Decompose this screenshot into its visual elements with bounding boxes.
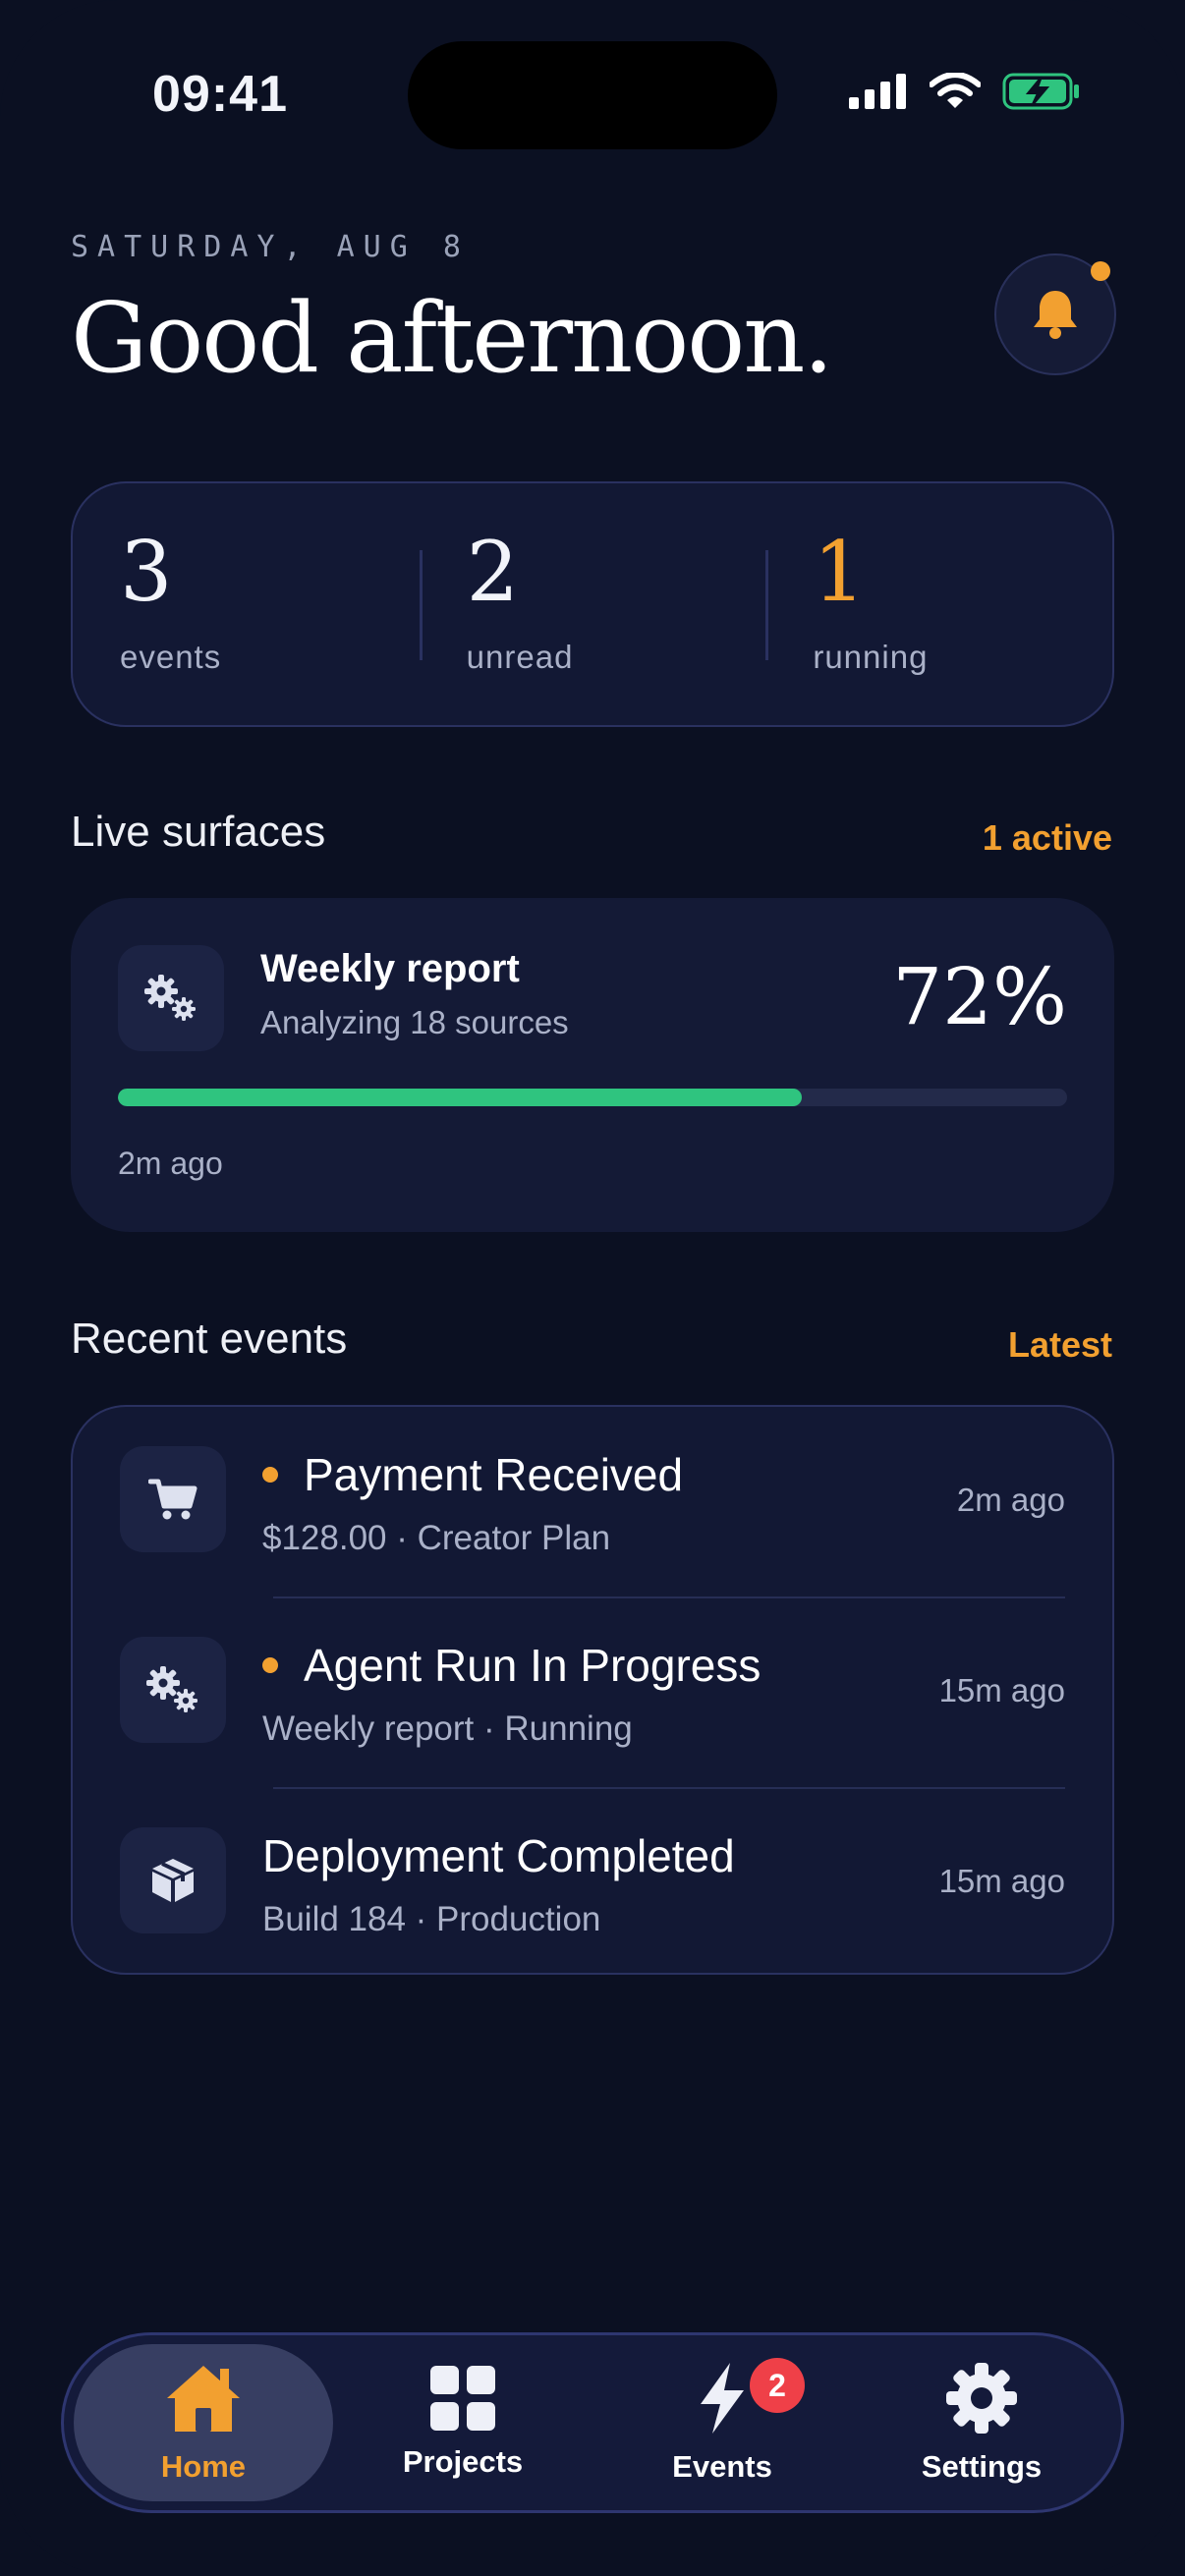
stats-card: 3 events 2 unread 1 running [71, 481, 1114, 727]
progress-track [118, 1089, 1067, 1106]
event-subtitle: Build 184 · Production [262, 1900, 601, 1938]
event-title-text: Deployment Completed [262, 1830, 735, 1881]
event-title: Payment Received [262, 1448, 683, 1501]
event-icon-tile [120, 1637, 226, 1743]
tab-settings[interactable]: Settings [852, 2344, 1111, 2501]
live-title: Weekly report [260, 947, 520, 990]
notification-dot [1091, 261, 1110, 281]
event-row-payment[interactable]: Payment Received $128.00 · Creator Plan … [73, 1407, 1112, 1597]
date-label: SATURDAY, AUG 8 [71, 230, 470, 264]
event-title-text: Payment Received [304, 1449, 684, 1500]
stat-value: 1 [813, 524, 866, 620]
tab-label: Home [160, 2449, 247, 2484]
event-subtitle: Weekly report · Running [262, 1709, 633, 1748]
notifications-button[interactable] [994, 253, 1116, 375]
dynamic-island [408, 41, 777, 149]
stat-value: 3 [120, 524, 173, 620]
stat-label: running [813, 639, 929, 675]
stat-label: unread [466, 639, 574, 675]
live-subtitle: Analyzing 18 sources [260, 1004, 569, 1040]
stat-events: 3 events [73, 483, 420, 725]
wifi-icon [930, 73, 981, 108]
event-subtitle: $128.00 · Creator Plan [262, 1519, 611, 1557]
event-row-agent-run[interactable]: Agent Run In Progress Weekly report · Ru… [73, 1597, 1112, 1788]
status-time: 09:41 [152, 66, 288, 123]
unread-dot [262, 1657, 278, 1673]
tab-label: Events [672, 2449, 772, 2484]
grid-icon [430, 2366, 495, 2431]
gears-icon [146, 1666, 198, 1712]
home-icon [167, 2366, 240, 2432]
event-title: Agent Run In Progress [262, 1639, 761, 1692]
tab-home[interactable]: Home [74, 2344, 333, 2501]
tab-projects[interactable]: Projects [333, 2344, 592, 2501]
event-title: Deployment Completed [262, 1829, 735, 1882]
box-icon [152, 1859, 194, 1902]
event-time: 2m ago [956, 1482, 1065, 1518]
live-section-title: Live surfaces [71, 808, 326, 856]
event-icon-tile [120, 1827, 226, 1933]
tab-label: Projects [402, 2444, 524, 2479]
status-icons [849, 73, 1081, 110]
tab-bar: Home Projects Events 2 Settings [61, 2332, 1124, 2513]
tab-label: Settings [921, 2449, 1043, 2484]
bolt-icon [701, 2363, 744, 2434]
signal-icon [849, 74, 906, 109]
stat-value: 2 [466, 524, 520, 620]
bell-icon [1034, 291, 1077, 339]
stat-label: events [120, 639, 222, 675]
tab-events[interactable]: Events 2 [592, 2344, 852, 2501]
gears-icon [144, 975, 196, 1021]
phone-screen: 09:41 SATURDAY, AUG 8 Good afternoon. 3 … [0, 0, 1185, 2576]
live-icon-tile [118, 945, 224, 1051]
latest-link[interactable]: Latest [1008, 1324, 1112, 1366]
stat-running: 1 running [765, 483, 1112, 725]
live-active-link[interactable]: 1 active [983, 817, 1112, 859]
event-icon-tile [120, 1446, 226, 1552]
page-title: Good afternoon. [71, 283, 833, 395]
unread-dot [262, 1467, 278, 1483]
events-badge: 2 [750, 2358, 805, 2413]
progress-fill [118, 1089, 802, 1106]
gear-icon [946, 2363, 1017, 2434]
event-row-deployment[interactable]: Deployment Completed Build 184 · Product… [73, 1788, 1112, 1979]
recent-events-card: Payment Received $128.00 · Creator Plan … [71, 1405, 1114, 1975]
live-timestamp: 2m ago [118, 1146, 223, 1181]
stat-unread: 2 unread [419, 483, 766, 725]
live-surface-card[interactable]: Weekly report Analyzing 18 sources 72% 2… [71, 898, 1114, 1232]
live-percent: 72% [892, 951, 1067, 1042]
event-time: 15m ago [938, 1863, 1065, 1899]
event-title-text: Agent Run In Progress [304, 1640, 762, 1691]
battery-charging-icon [1002, 73, 1079, 110]
cart-icon [148, 1479, 198, 1520]
recent-section-title: Recent events [71, 1315, 348, 1363]
event-time: 15m ago [938, 1672, 1065, 1708]
